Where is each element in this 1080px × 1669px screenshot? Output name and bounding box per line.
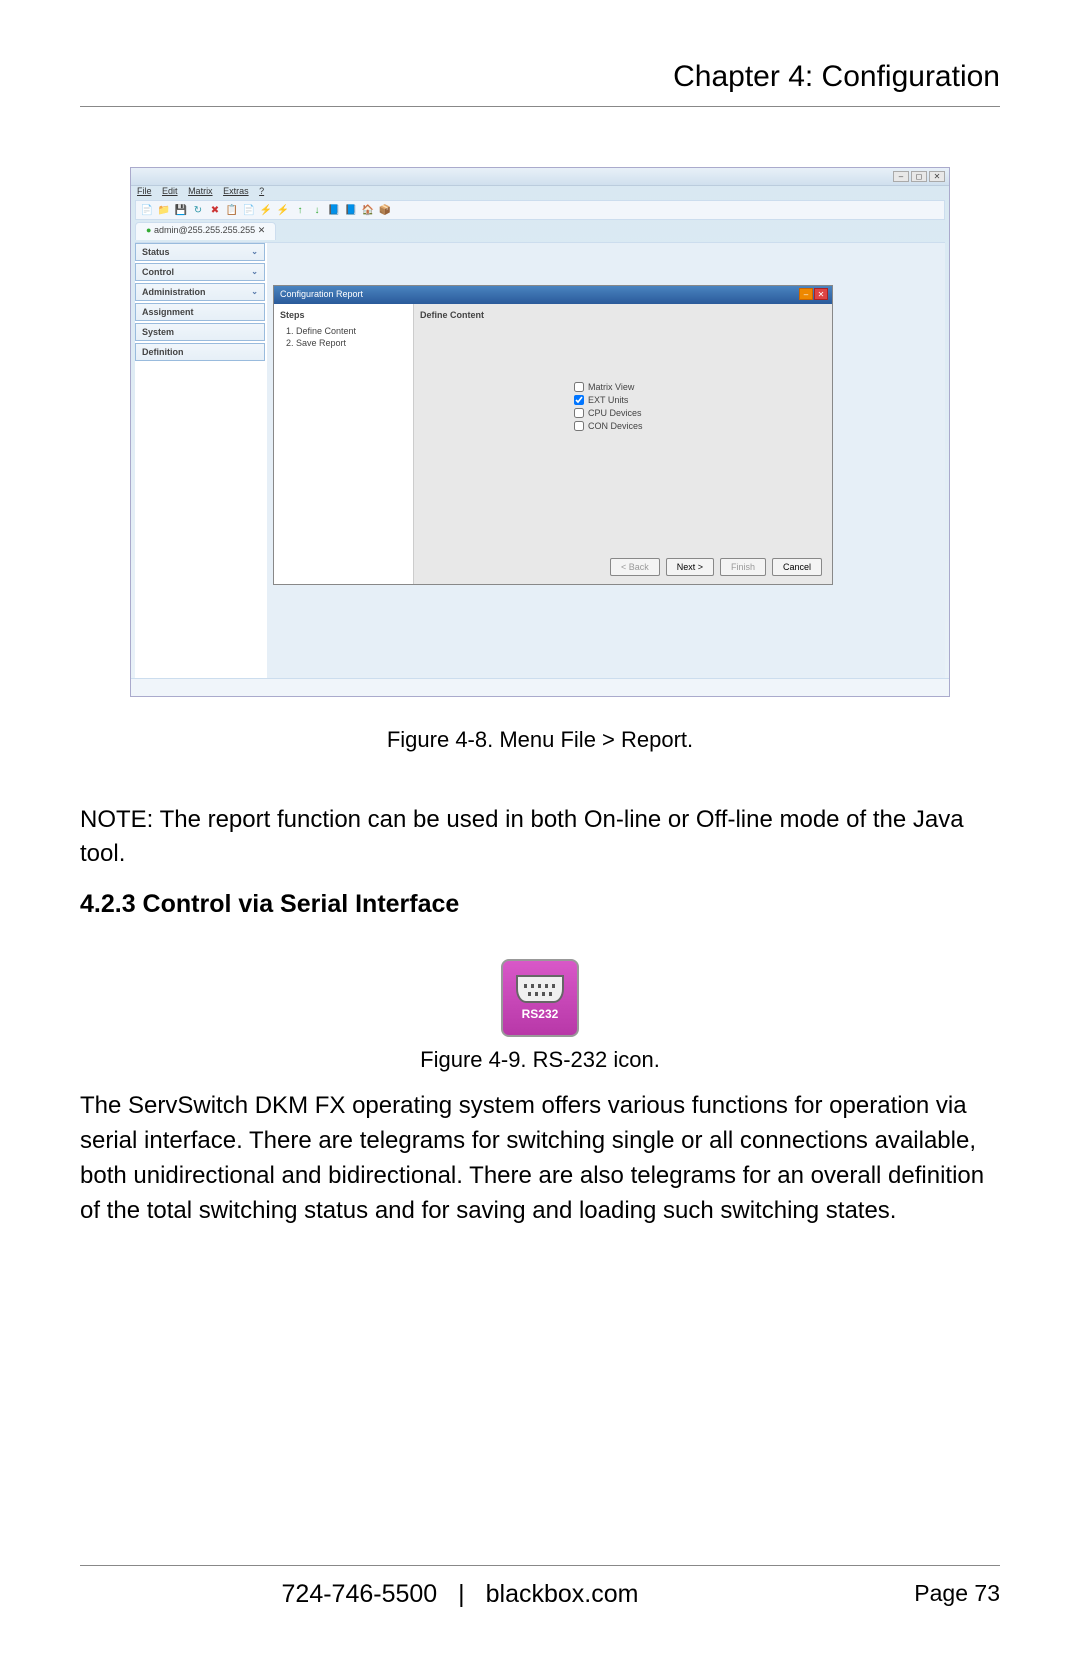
sidebar-item-label: System — [142, 327, 174, 337]
footer-site: blackbox.com — [486, 1580, 639, 1608]
checkbox[interactable] — [574, 395, 584, 405]
paste-icon[interactable]: 📄 — [242, 203, 256, 217]
save-icon[interactable]: 💾 — [174, 203, 188, 217]
app-screenshot: – ◻ ✕ File Edit Matrix Extras ? 📄 📁 💾 ↻ … — [130, 167, 950, 697]
section-heading: 4.2.3 Control via Serial Interface — [80, 890, 1000, 919]
tab-label: admin@255.255.255.255 — [154, 225, 255, 235]
check-label: Matrix View — [588, 382, 634, 392]
window-titlebar: – ◻ ✕ — [131, 168, 949, 186]
tab-close-icon[interactable]: ✕ — [258, 225, 266, 235]
connection-tab[interactable]: ● admin@255.255.255.255 ✕ — [135, 222, 276, 240]
body-paragraph: The ServSwitch DKM FX operating system o… — [80, 1089, 1000, 1228]
app-body: Status ⌄ Control ⌄ Administration ⌄ Assignm… — [135, 242, 945, 692]
page-number: Page 73 — [840, 1580, 1000, 1609]
serial-port-icon — [516, 975, 564, 1003]
check-label: CON Devices — [588, 421, 643, 431]
note-text: NOTE: The report function can be used in… — [80, 803, 1000, 870]
dialog-steps-panel: Steps Define Content Save Report — [274, 304, 414, 584]
content-header: Define Content — [420, 310, 826, 320]
dialog-close-icon[interactable]: ✕ — [814, 288, 828, 300]
checkbox[interactable] — [574, 421, 584, 431]
check-cpu-devices[interactable]: CPU Devices — [574, 408, 643, 418]
sidebar-item-control[interactable]: Control ⌄ — [135, 263, 265, 281]
down-icon[interactable]: ↓ — [310, 203, 324, 217]
config-report-dialog: Configuration Report – ✕ Steps Define Co… — [273, 285, 833, 585]
rs232-label: RS232 — [522, 1007, 559, 1021]
menu-help[interactable]: ? — [259, 186, 264, 196]
sidebar-item-label: Definition — [142, 347, 184, 357]
sidebar-item-status[interactable]: Status ⌄ — [135, 243, 265, 261]
checkbox[interactable] — [574, 408, 584, 418]
sidebar-item-assignment[interactable]: Assignment — [135, 303, 265, 321]
dialog-content-panel: Define Content Matrix View EXT Units CPU… — [414, 304, 832, 584]
page-footer: 724-746-5500 | blackbox.com Page 73 — [80, 1565, 1000, 1609]
checkbox[interactable] — [574, 382, 584, 392]
check-matrix-view[interactable]: Matrix View — [574, 382, 643, 392]
doc2-icon[interactable]: 📘 — [344, 203, 358, 217]
sidebar-item-label: Control — [142, 267, 174, 277]
next-button[interactable]: Next > — [666, 558, 714, 576]
menu-file[interactable]: File — [137, 186, 152, 196]
main-area: Configuration Report – ✕ Steps Define Co… — [267, 243, 945, 692]
separator: | — [458, 1580, 465, 1608]
check-ext-units[interactable]: EXT Units — [574, 395, 643, 405]
back-button[interactable]: < Back — [610, 558, 660, 576]
figure-caption-1: Figure 4-8. Menu File > Report. — [80, 727, 1000, 753]
chevron-down-icon: ⌄ — [251, 287, 258, 297]
rs232-icon: RS232 — [501, 959, 579, 1037]
footer-phone: 724-746-5500 — [282, 1580, 438, 1608]
chevron-down-icon: ⌄ — [251, 247, 258, 257]
check-con-devices[interactable]: CON Devices — [574, 421, 643, 431]
menubar: File Edit Matrix Extras ? — [137, 186, 272, 196]
toolbar: 📄 📁 💾 ↻ ✖ 📋 📄 ⚡ ⚡ ↑ ↓ 📘 📘 🏠 📦 — [135, 200, 945, 220]
folder-icon[interactable]: 📁 — [157, 203, 171, 217]
copy-icon[interactable]: 📋 — [225, 203, 239, 217]
dialog-titlebar: Configuration Report – ✕ — [274, 286, 832, 304]
statusbar — [131, 678, 949, 696]
chapter-title: Chapter 4: Configuration — [673, 60, 1000, 93]
page-header: Chapter 4: Configuration — [80, 60, 1000, 107]
check-label: EXT Units — [588, 395, 628, 405]
dialog-minimize-icon[interactable]: – — [799, 288, 813, 300]
sidebar-item-label: Status — [142, 247, 170, 257]
connect-icon[interactable]: ⚡ — [259, 203, 273, 217]
steps-header: Steps — [280, 310, 407, 320]
step-item: Save Report — [296, 338, 407, 348]
sidebar: Status ⌄ Control ⌄ Administration ⌄ Assignm… — [135, 243, 265, 692]
check-label: CPU Devices — [588, 408, 642, 418]
disconnect-icon[interactable]: ⚡ — [276, 203, 290, 217]
close-icon[interactable]: ✕ — [929, 171, 945, 182]
dialog-title: Configuration Report — [280, 289, 363, 299]
minimize-icon[interactable]: – — [893, 171, 909, 182]
maximize-icon[interactable]: ◻ — [911, 171, 927, 182]
sidebar-item-label: Assignment — [142, 307, 194, 317]
tab-bar: ● admin@255.255.255.255 ✕ — [135, 222, 945, 240]
home-icon[interactable]: 🏠 — [361, 203, 375, 217]
cancel-button[interactable]: Cancel — [772, 558, 822, 576]
step-item: Define Content — [296, 326, 407, 336]
sidebar-item-system[interactable]: System — [135, 323, 265, 341]
doc-icon[interactable]: 📘 — [327, 203, 341, 217]
up-icon[interactable]: ↑ — [293, 203, 307, 217]
refresh-icon[interactable]: ↻ — [191, 203, 205, 217]
sidebar-item-administration[interactable]: Administration ⌄ — [135, 283, 265, 301]
menu-edit[interactable]: Edit — [162, 186, 178, 196]
delete-icon[interactable]: ✖ — [208, 203, 222, 217]
finish-button[interactable]: Finish — [720, 558, 766, 576]
menu-extras[interactable]: Extras — [223, 186, 249, 196]
sidebar-item-label: Administration — [142, 287, 206, 297]
new-icon[interactable]: 📄 — [140, 203, 154, 217]
sidebar-item-definition[interactable]: Definition — [135, 343, 265, 361]
content-checkboxes: Matrix View EXT Units CPU Devices CON De… — [574, 382, 643, 434]
footer-center: 724-746-5500 | blackbox.com — [80, 1580, 840, 1609]
menu-matrix[interactable]: Matrix — [188, 186, 213, 196]
settings-icon[interactable]: 📦 — [378, 203, 392, 217]
chevron-down-icon: ⌄ — [251, 267, 258, 277]
dialog-button-row: < Back Next > Finish Cancel — [610, 558, 822, 576]
figure-caption-2: Figure 4-9. RS-232 icon. — [80, 1047, 1000, 1073]
window-buttons: – ◻ ✕ — [893, 171, 945, 182]
